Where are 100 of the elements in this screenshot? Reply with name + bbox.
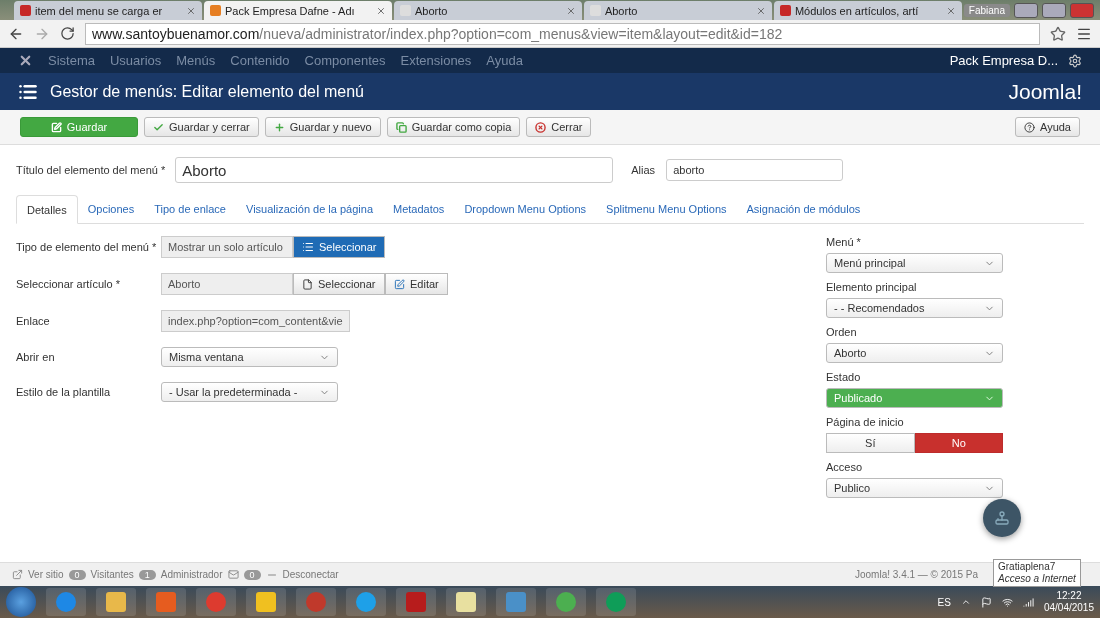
- alias-field[interactable]: aborto: [666, 159, 844, 181]
- count-badge: 0: [243, 569, 261, 580]
- toolbar-button[interactable]: Guardar y cerrar: [144, 117, 259, 137]
- field-label: Alias: [631, 164, 657, 176]
- count-badge: 0: [68, 569, 86, 580]
- help-icon: [1024, 121, 1035, 133]
- taskbar-app[interactable]: [346, 588, 386, 616]
- field-label: Abrir en: [16, 351, 56, 363]
- tab[interactable]: Metadatos: [383, 194, 455, 223]
- dropdown[interactable]: Publico: [826, 478, 1003, 498]
- field-label: Enlace: [16, 315, 51, 327]
- dropdown[interactable]: - Usar la predeterminada -: [161, 382, 338, 402]
- tab[interactable]: Visualización de la página: [236, 194, 383, 223]
- title-field[interactable]: Aborto: [175, 157, 614, 183]
- link-field: index.php?option=com_content&vie: [161, 310, 350, 332]
- field-label: Estado: [826, 371, 862, 383]
- dropdown[interactable]: Misma ventana: [161, 347, 338, 367]
- favicon-icon: [20, 5, 31, 16]
- taskbar-app[interactable]: [446, 588, 486, 616]
- language-indicator: ES: [937, 596, 951, 608]
- star-icon[interactable]: [1050, 25, 1066, 42]
- count-badge: 1: [138, 569, 156, 580]
- status-label: Administrador: [160, 569, 223, 580]
- close-icon[interactable]: [945, 5, 956, 16]
- select-button[interactable]: Seleccionar: [293, 273, 385, 295]
- nav-item[interactable]: Componentes: [304, 53, 386, 68]
- file-icon: [302, 278, 313, 290]
- edit-icon: [50, 121, 62, 133]
- field-label: Orden: [826, 326, 858, 338]
- minimize-icon[interactable]: [1014, 2, 1038, 18]
- tab[interactable]: Tipo de enlace: [144, 194, 236, 223]
- maximize-icon[interactable]: [1042, 2, 1066, 18]
- status-label: Visitantes: [90, 569, 134, 580]
- taskbar-app[interactable]: [246, 588, 286, 616]
- external-link-icon[interactable]: [12, 569, 23, 580]
- taskbar-app[interactable]: [96, 588, 136, 616]
- favicon-icon: [209, 5, 221, 16]
- field-label: Tipo de elemento del menú *: [16, 241, 158, 253]
- toolbar-button[interactable]: Guardar como copia: [386, 117, 521, 137]
- field-label: Título del elemento del menú *: [16, 164, 166, 176]
- floating-button[interactable]: [983, 499, 1021, 537]
- tab[interactable]: Opciones: [77, 194, 145, 223]
- close-icon[interactable]: [1070, 2, 1094, 18]
- view-site-link[interactable]: Ver sitio: [28, 569, 64, 580]
- field-label: Menú *: [826, 236, 862, 248]
- tab[interactable]: Splitmenu Menu Options: [596, 194, 737, 223]
- nav-item[interactable]: Usuarios: [109, 53, 162, 68]
- close-icon[interactable]: [755, 5, 766, 16]
- joomla-icon[interactable]: [18, 53, 33, 68]
- tab[interactable]: Asignación de módulos: [736, 194, 871, 223]
- nav-item[interactable]: Menús: [176, 53, 216, 68]
- dropdown[interactable]: - - Recomendados: [826, 298, 1003, 318]
- toggle-option[interactable]: Sí: [826, 433, 915, 453]
- network-icon[interactable]: [1001, 596, 1013, 608]
- flag-icon[interactable]: [980, 596, 992, 608]
- browser-tab[interactable]: Aborto: [583, 1, 772, 20]
- dropdown[interactable]: Menú principal: [826, 253, 1003, 273]
- edit-button[interactable]: Editar: [385, 273, 448, 295]
- field-label: Estilo de la plantilla: [16, 386, 112, 398]
- dropdown[interactable]: Aborto: [826, 343, 1003, 363]
- toolbar-button[interactable]: Cerrar: [526, 117, 592, 137]
- nav-item[interactable]: Ayuda: [486, 53, 523, 68]
- address-field[interactable]: www.santoybuenamor.com/nueva/administrator/index.php?option=com_menus&view=item&layout=edit&id=182: [85, 22, 1040, 45]
- toolbar-button[interactable]: Guardar y nuevo: [264, 117, 381, 137]
- nav-item[interactable]: Extensiones: [400, 53, 472, 68]
- logout-link[interactable]: Desconectar: [282, 569, 339, 580]
- close-icon[interactable]: [375, 5, 386, 16]
- show-hidden-icon[interactable]: [960, 597, 971, 607]
- nav-item[interactable]: Contenido: [230, 53, 290, 68]
- close-icon[interactable]: [565, 5, 576, 16]
- toggle-option[interactable]: No: [914, 433, 1003, 453]
- reload-icon[interactable]: [60, 26, 75, 41]
- site-link[interactable]: Pack Empresa D...: [949, 53, 1058, 68]
- select-button[interactable]: Seleccionar: [293, 236, 386, 258]
- list-icon: [302, 241, 314, 253]
- close-icon[interactable]: [185, 5, 196, 16]
- nav-item[interactable]: Sistema: [48, 53, 95, 68]
- mail-icon: [227, 569, 239, 580]
- version-text: Joomla! 3.4.1 — © 2015 Pa: [855, 569, 978, 580]
- joystick-icon: [994, 510, 1010, 526]
- plus-icon: [273, 121, 285, 133]
- browser-tab[interactable]: Módulos en artículos, artí: [773, 1, 962, 20]
- field-label: Elemento principal: [826, 281, 918, 293]
- page-title: Gestor de menús: Editar elemento del menú: [50, 82, 364, 101]
- gear-icon[interactable]: [1068, 53, 1082, 68]
- user-label: Fabiana: [963, 3, 1010, 17]
- tab[interactable]: Detalles: [16, 195, 78, 224]
- readonly-field: Aborto: [161, 273, 293, 295]
- browser-tab[interactable]: Pack Empresa Dafne - Adı: [203, 1, 392, 20]
- joomla-logo: Joomla!: [1008, 79, 1082, 104]
- help-button[interactable]: Ayuda: [1015, 117, 1080, 137]
- taskbar-app[interactable]: [546, 588, 586, 616]
- field-label: Página de inicio: [826, 416, 905, 428]
- start-button[interactable]: [6, 587, 36, 617]
- signal-icon[interactable]: [1022, 596, 1034, 608]
- tab[interactable]: Dropdown Menu Options: [454, 194, 597, 223]
- field-label: Seleccionar artículo *: [16, 278, 121, 290]
- browser-tab[interactable]: item del menu se carga er: [14, 1, 202, 20]
- browser-tab[interactable]: Aborto: [393, 1, 582, 20]
- tooltip: Gratiaplena7 Acceso a Internet: [993, 559, 1081, 587]
